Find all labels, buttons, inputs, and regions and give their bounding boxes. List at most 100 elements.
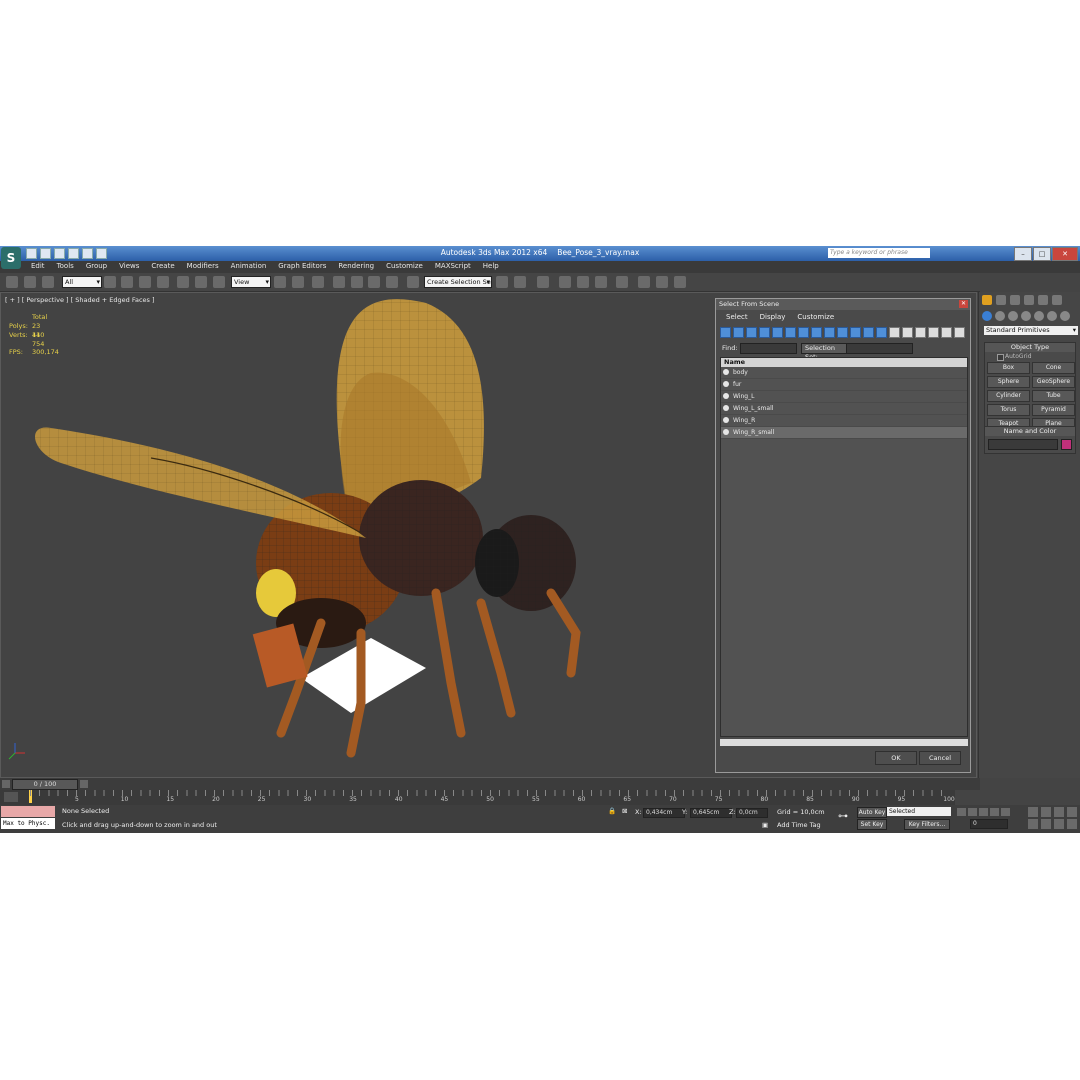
cylinder-button[interactable]: Cylinder [987,390,1030,402]
select-object-icon[interactable] [104,276,116,288]
absolute-mode-icon[interactable]: ⊠ [622,807,627,815]
menu-help[interactable]: Help [483,262,499,270]
systems-icon[interactable] [1060,311,1070,321]
select-manipulate-icon[interactable] [292,276,304,288]
maxscript-input[interactable]: Max to Physc. [1,818,55,829]
percent-snap-icon[interactable] [368,276,380,288]
field-of-view-icon[interactable] [1028,819,1038,829]
geometry-icon[interactable] [982,311,992,321]
minimize-icon[interactable]: – [1014,247,1032,261]
render-production-icon[interactable] [674,276,686,288]
mini-curve-editor-icon[interactable] [4,792,18,802]
scale-icon[interactable] [213,276,225,288]
zoom-extents-icon[interactable] [1054,807,1064,817]
menu-tools[interactable]: Tools [57,262,74,270]
display-helpers-icon[interactable] [772,327,783,338]
filter-icon[interactable] [941,327,952,338]
material-editor-icon[interactable] [616,276,628,288]
named-selection-dropdown[interactable]: Create Selection Se [424,276,492,288]
prev-frame-icon[interactable] [968,808,977,816]
primitive-type-dropdown[interactable]: Standard Primitives [984,326,1078,335]
lock-selection-icon[interactable]: 🔒 [608,807,616,815]
find-input[interactable] [740,343,797,354]
list-item[interactable]: fur [721,379,967,391]
curve-editor-icon[interactable] [577,276,589,288]
name-and-color-header[interactable]: Name and Color [985,427,1075,436]
horizontal-scrollbar[interactable] [720,739,968,746]
orbit-icon[interactable] [1054,819,1064,829]
list-item[interactable]: Wing_L [721,391,967,403]
schematic-view-icon[interactable] [595,276,607,288]
motion-tab-icon[interactable] [1024,295,1034,305]
cancel-button[interactable]: Cancel [919,751,961,765]
display-space-warps-icon[interactable] [785,327,796,338]
select-by-name-icon[interactable] [121,276,133,288]
menu-edit[interactable]: Edit [31,262,45,270]
time-tag-icon[interactable]: ▣ [762,821,768,829]
maximize-icon[interactable]: □ [1033,247,1051,261]
modify-tab-icon[interactable] [996,295,1006,305]
set-key-button[interactable]: Set Key [857,819,887,830]
pan-icon[interactable] [1041,819,1051,829]
bee-3d-model[interactable] [31,293,651,773]
angle-snap-icon[interactable] [351,276,363,288]
display-lights-icon[interactable] [746,327,757,338]
object-name-input[interactable] [988,439,1059,450]
zoom-icon[interactable] [1028,807,1038,817]
menu-views[interactable]: Views [119,262,139,270]
utilities-tab-icon[interactable] [1052,295,1062,305]
column-header-name[interactable]: Name [721,358,967,367]
menu-rendering[interactable]: Rendering [338,262,374,270]
search-input[interactable]: Type a keyword or phrase [828,248,930,258]
align-icon[interactable] [514,276,526,288]
hierarchy-tab-icon[interactable] [1010,295,1020,305]
reference-coordinate-dropdown[interactable]: View [231,276,271,288]
window-crossing-icon[interactable] [157,276,169,288]
display-groups-icon[interactable] [798,327,809,338]
display-containers-icon[interactable] [837,327,848,338]
time-slider[interactable]: 0 / 100 [12,779,78,790]
layer-manager-icon[interactable] [537,276,549,288]
rotate-icon[interactable] [195,276,207,288]
display-xrefs-icon[interactable] [811,327,822,338]
close-icon[interactable]: ✕ [1052,247,1078,261]
maximize-viewport-icon[interactable] [1067,819,1077,829]
y-coordinate-field[interactable]: 0,645cm [690,808,732,818]
zoom-all-icon[interactable] [1041,807,1051,817]
next-frame-icon[interactable] [990,808,999,816]
key-mode-dropdown[interactable]: Selected [887,807,951,816]
display-shapes-icon[interactable] [733,327,744,338]
graphite-ribbon-icon[interactable] [559,276,571,288]
link-icon[interactable] [6,276,18,288]
current-frame-field[interactable]: 0 [970,819,1008,829]
geosphere-button[interactable]: GeoSphere [1032,376,1075,388]
cone-button[interactable]: Cone [1032,362,1075,374]
display-geometry-icon[interactable] [720,327,731,338]
dependents-icon[interactable] [928,327,939,338]
tube-button[interactable]: Tube [1032,390,1075,402]
sort-icon[interactable] [954,327,965,338]
create-tab-icon[interactable] [982,295,992,305]
track-bar[interactable]: 5 10 15 20 25 30 35 40 45 50 55 60 65 70 75 80 85 90 95 100 [0,790,955,805]
goto-end-icon[interactable] [1001,808,1010,816]
render-setup-icon[interactable] [638,276,650,288]
snaps-toggle-icon[interactable] [333,276,345,288]
bind-space-warp-icon[interactable] [42,276,54,288]
list-item[interactable]: Wing_L_small [721,403,967,415]
goto-start-icon[interactable] [957,808,966,816]
display-all-icon[interactable] [876,327,887,338]
dialog-close-icon[interactable]: ✕ [959,300,968,308]
display-tab-icon[interactable] [1038,295,1048,305]
key-icon[interactable]: ⊶ [838,811,848,822]
menu-animation[interactable]: Animation [231,262,267,270]
cameras-icon[interactable] [1021,311,1031,321]
list-item[interactable]: Wing_R [721,415,967,427]
menu-modifiers[interactable]: Modifiers [187,262,219,270]
keyboard-shortcut-icon[interactable] [312,276,324,288]
lights-icon[interactable] [1008,311,1018,321]
helpers-icon[interactable] [1034,311,1044,321]
x-coordinate-field[interactable]: 0,434cm [643,808,685,818]
menu-create[interactable]: Create [151,262,174,270]
selection-filter-dropdown[interactable]: All [62,276,102,288]
pyramid-button[interactable]: Pyramid [1032,404,1075,416]
